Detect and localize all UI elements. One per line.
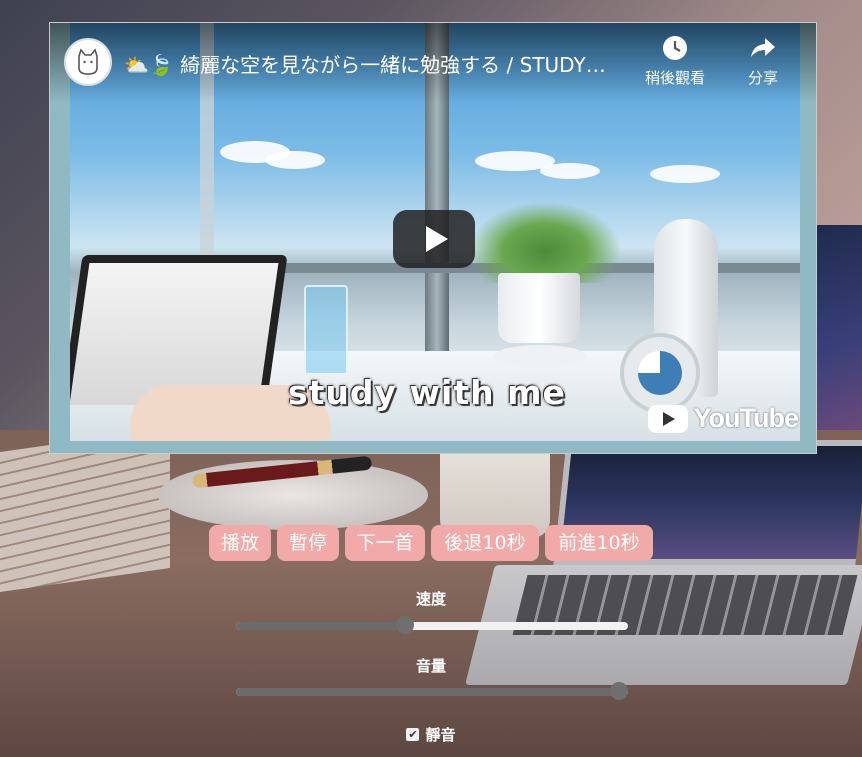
forward-10s-button[interactable]: 前進10秒: [545, 525, 653, 561]
youtube-logo[interactable]: YouTube: [647, 403, 799, 434]
next-button[interactable]: 下一首: [345, 525, 425, 561]
mute-row: ✔ 靜音: [0, 724, 862, 745]
play-button[interactable]: 播放: [209, 525, 271, 561]
youtube-play-icon: [647, 404, 688, 433]
youtube-player[interactable]: study with me ⛅🍃 綺麗な空を見ながら一緒に勉強する / STUD…: [49, 22, 817, 454]
share-button[interactable]: 分享: [725, 35, 801, 88]
volume-slider[interactable]: [236, 682, 628, 700]
rewind-10s-button[interactable]: 後退10秒: [431, 525, 539, 561]
pause-button[interactable]: 暫停: [277, 525, 339, 561]
play-icon: [426, 226, 448, 252]
speed-slider[interactable]: [236, 616, 628, 634]
channel-avatar[interactable]: [64, 38, 112, 86]
mute-label[interactable]: 靜音: [425, 724, 455, 745]
share-icon: [725, 35, 801, 67]
volume-label: 音量: [415, 657, 446, 675]
speed-thumb[interactable]: [395, 616, 414, 634]
share-label: 分享: [747, 69, 778, 87]
title-emoji: ⛅🍃: [124, 53, 174, 77]
speed-fill: [236, 622, 405, 630]
speed-label: 速度: [415, 590, 446, 608]
watch-later-button[interactable]: 稍後觀看: [637, 35, 713, 88]
video-overlay-text: study with me: [288, 373, 566, 412]
volume-thumb[interactable]: [610, 682, 628, 700]
volume-fill: [236, 688, 619, 696]
youtube-brand-text: YouTube: [693, 403, 799, 433]
mute-checkbox[interactable]: ✔: [406, 728, 420, 741]
title-text: 綺麗な空を見ながら一緒に勉強する / STUDY…: [180, 53, 606, 77]
player-controls: 播放 暫停 下一首 後退10秒 前進10秒: [0, 525, 862, 561]
clock-icon: [637, 35, 713, 67]
cat-icon: [78, 48, 98, 75]
video-title[interactable]: ⛅🍃 綺麗な空を見ながら一緒に勉強する / STUDY…: [124, 49, 634, 78]
play-icon-button[interactable]: [393, 210, 475, 268]
watch-later-label: 稍後觀看: [644, 69, 705, 87]
